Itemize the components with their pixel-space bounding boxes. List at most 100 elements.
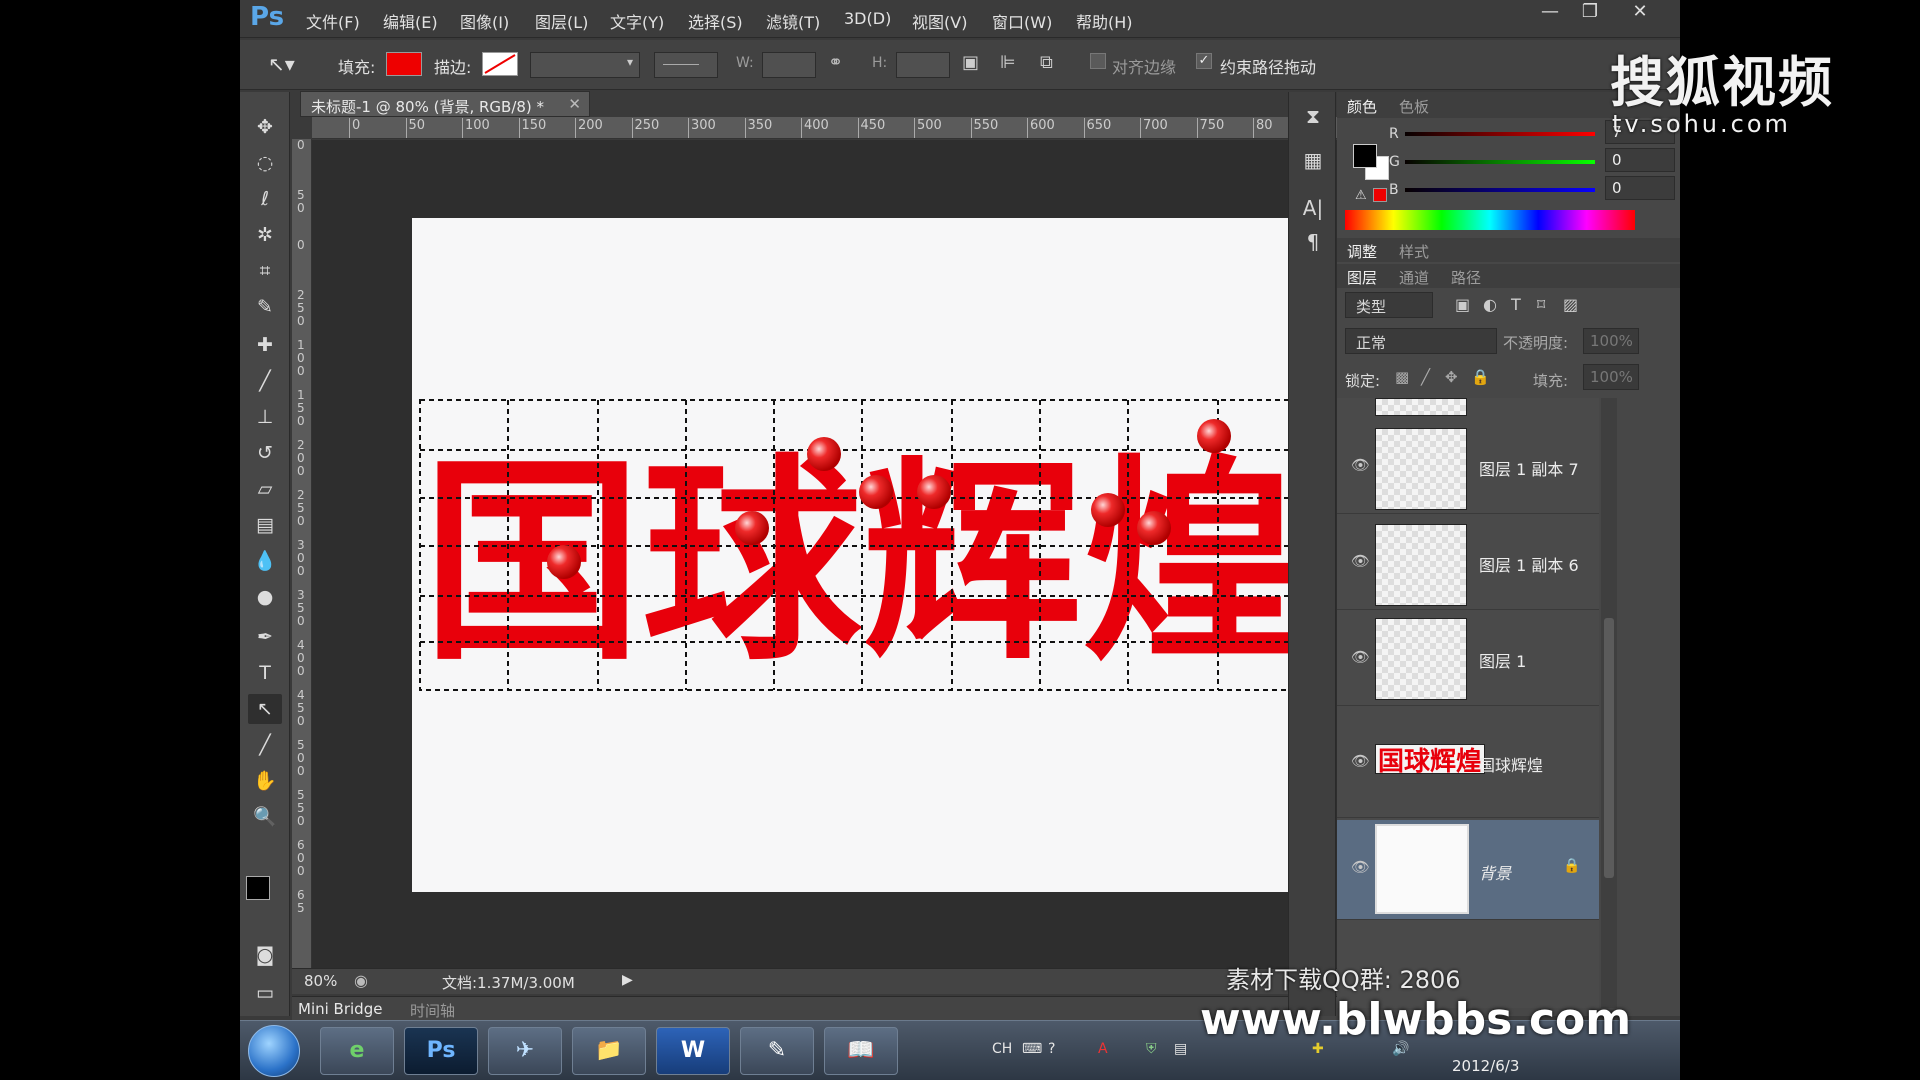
paragraph-panel-icon[interactable]: ¶	[1299, 230, 1327, 258]
visibility-eye-icon[interactable]: 👁	[1351, 552, 1370, 570]
document-tab[interactable]: 未标题-1 @ 80% (背景, RGB/8) * ✕	[300, 91, 590, 117]
lock-position-icon[interactable]: ✥	[1445, 368, 1458, 386]
height-field[interactable]	[896, 52, 950, 78]
lock-pixels-icon[interactable]: ╱	[1421, 368, 1430, 386]
filter-type-icon[interactable]: T	[1511, 295, 1521, 314]
restore-button[interactable]: ❐	[1570, 0, 1610, 26]
opacity-field[interactable]: 100%	[1583, 328, 1639, 354]
filter-adjustment-icon[interactable]: ◐	[1483, 295, 1497, 314]
close-button[interactable]: ✕	[1615, 0, 1665, 26]
layer-fill-field[interactable]: 100%	[1583, 364, 1639, 390]
taskbar-photoshop[interactable]: Ps	[404, 1027, 478, 1075]
lasso-tool-icon[interactable]: ℓ	[248, 184, 282, 214]
align-edges-checkbox[interactable]	[1090, 53, 1106, 69]
healing-brush-icon[interactable]: ✚	[248, 330, 282, 360]
tab-mini-bridge[interactable]: Mini Bridge	[298, 1000, 382, 1018]
foreground-color-swatch[interactable]	[246, 876, 270, 900]
acrobat-icon[interactable]: A	[1098, 1041, 1108, 1057]
color-spectrum-bar[interactable]	[1345, 210, 1635, 230]
screen-mode-icon[interactable]: ▭	[248, 978, 282, 1008]
visibility-eye-icon[interactable]: 👁	[1351, 858, 1370, 876]
b-value[interactable]: 0	[1605, 176, 1675, 200]
pen-tool-icon[interactable]: ✒	[248, 622, 282, 652]
network-icon[interactable]: ▤	[1174, 1041, 1187, 1057]
taskbar-word[interactable]: W	[656, 1027, 730, 1075]
canvas[interactable]: 国球辉煌	[412, 218, 1312, 892]
history-brush-icon[interactable]: ↺	[248, 438, 282, 468]
filter-smart-object-icon[interactable]: ▨	[1563, 295, 1578, 314]
eraser-icon[interactable]: ▱	[248, 474, 282, 504]
path-operations-icon[interactable]: ▣	[962, 52, 979, 73]
tab-color[interactable]: 颜色	[1347, 96, 1377, 117]
layer-row[interactable]: 👁 国球辉煌 国球辉煌	[1337, 708, 1599, 818]
path-arrangement-icon[interactable]: ⧉	[1040, 52, 1053, 73]
keyboard-icon[interactable]: ⌨	[1022, 1041, 1042, 1057]
menu-type[interactable]: 文字(Y)	[610, 9, 664, 33]
minimize-button[interactable]: —	[1530, 0, 1570, 26]
clone-stamp-icon[interactable]: ⊥	[248, 402, 282, 432]
taskbar-date[interactable]: 2012/6/3	[1452, 1057, 1519, 1075]
path-select-tool-icon[interactable]: ↖▾	[268, 52, 295, 76]
eyedropper-icon[interactable]: ✎	[248, 292, 282, 322]
taskbar-explorer[interactable]: 📁	[572, 1027, 646, 1075]
gradient-tool-icon[interactable]: ▤	[248, 510, 282, 540]
status-menu-arrow-icon[interactable]: ▶	[622, 972, 633, 988]
layer-filter-dropdown[interactable]: 类型	[1345, 292, 1433, 318]
layers-scrollbar-thumb[interactable]	[1604, 618, 1614, 878]
gamut-color-swatch[interactable]	[1373, 188, 1387, 202]
r-slider[interactable]	[1405, 132, 1595, 136]
path-selection-tool-icon[interactable]: ↖	[248, 694, 282, 724]
visibility-eye-icon[interactable]: 👁	[1351, 648, 1370, 666]
status-info-icon[interactable]: ◉	[354, 971, 368, 990]
constrain-path-checkbox[interactable]: ✓	[1196, 53, 1212, 69]
quick-mask-icon[interactable]: ◙	[248, 940, 282, 970]
tab-paths[interactable]: 路径	[1451, 267, 1481, 288]
layer-row-selected[interactable]: 👁 背景 🔒	[1337, 820, 1599, 920]
visibility-eye-icon[interactable]: 👁	[1351, 752, 1370, 770]
tray-language[interactable]: CH	[992, 1041, 1012, 1057]
color-fg-swatch[interactable]	[1353, 144, 1377, 168]
marquee-tool-icon[interactable]: ◌	[248, 148, 282, 178]
brush-tool-icon[interactable]: ╱	[248, 366, 282, 396]
taskbar-notepad[interactable]: ✎	[740, 1027, 814, 1075]
taskbar-browser[interactable]: e	[320, 1027, 394, 1075]
filter-shape-icon[interactable]: ⌑	[1537, 295, 1545, 314]
shield-icon[interactable]: ⛨	[1146, 1041, 1157, 1057]
blend-mode-dropdown[interactable]: 正常	[1345, 328, 1497, 354]
layer-row[interactable]: 👁 图层 1	[1337, 612, 1599, 706]
line-tool-icon[interactable]: ╱	[248, 730, 282, 760]
close-document-icon[interactable]: ✕	[568, 95, 581, 113]
tab-layers[interactable]: 图层	[1347, 267, 1377, 288]
menu-3d[interactable]: 3D(D)	[844, 9, 891, 28]
properties-panel-icon[interactable]: ▦	[1299, 148, 1327, 176]
taskbar-bird-app[interactable]: ✈	[488, 1027, 562, 1075]
filter-pixel-icon[interactable]: ▣	[1455, 295, 1470, 314]
hand-tool-icon[interactable]: ✋	[248, 766, 282, 796]
lock-transparent-icon[interactable]: ▩	[1395, 368, 1409, 386]
menu-image[interactable]: 图像(I)	[460, 9, 509, 33]
tab-channels[interactable]: 通道	[1399, 267, 1429, 288]
stroke-width-dropdown[interactable]: ▾	[530, 52, 640, 78]
history-panel-icon[interactable]: ⧗	[1299, 104, 1327, 132]
layers-scrollbar[interactable]	[1601, 398, 1617, 1008]
tab-styles[interactable]: 样式	[1399, 241, 1429, 262]
fill-swatch[interactable]	[386, 52, 422, 76]
tab-swatches[interactable]: 色板	[1399, 96, 1429, 117]
move-tool-icon[interactable]: ✥	[248, 112, 282, 142]
tab-timeline[interactable]: 时间轴	[410, 1000, 455, 1021]
taskbar-reader[interactable]: 📖	[824, 1027, 898, 1075]
tab-adjustments[interactable]: 调整	[1347, 241, 1377, 262]
blur-tool-icon[interactable]: 💧	[248, 546, 282, 576]
menu-help[interactable]: 帮助(H)	[1076, 9, 1133, 33]
start-button[interactable]	[248, 1025, 300, 1077]
type-tool-icon[interactable]: T	[248, 658, 282, 688]
zoom-level[interactable]: 80%	[304, 972, 337, 990]
g-slider[interactable]	[1405, 160, 1595, 164]
stroke-swatch[interactable]	[482, 52, 518, 76]
layer-row[interactable]: 👁 图层 1 副本 6	[1337, 516, 1599, 610]
menu-layer[interactable]: 图层(L)	[535, 9, 588, 33]
dodge-tool-icon[interactable]: ●	[248, 582, 282, 612]
menu-view[interactable]: 视图(V)	[912, 9, 967, 33]
character-panel-icon[interactable]: A|	[1299, 196, 1327, 224]
stroke-type-dropdown[interactable]	[654, 52, 718, 78]
